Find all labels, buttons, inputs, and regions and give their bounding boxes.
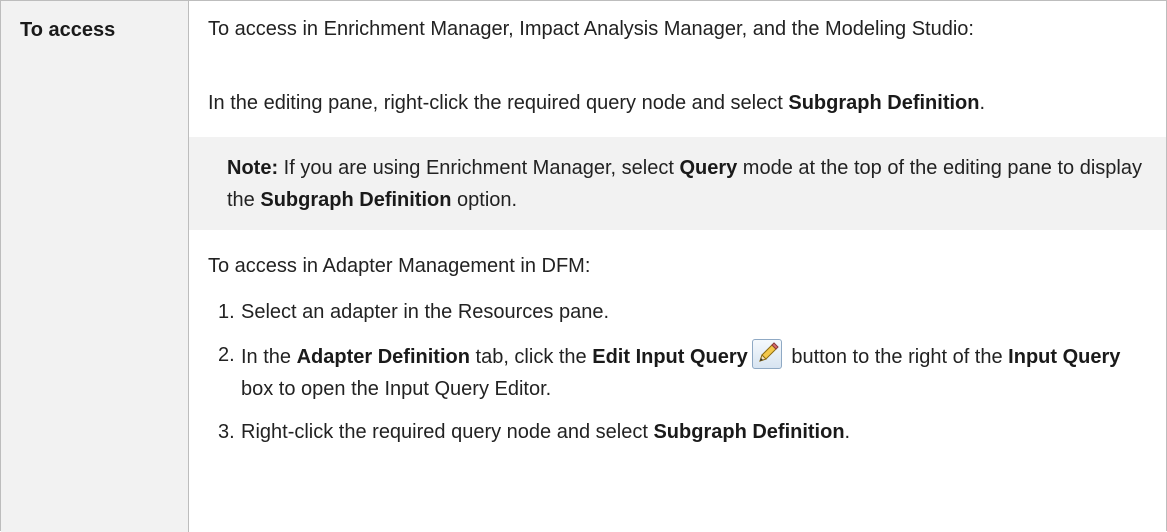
step-text: Right-click the required query node and …	[241, 416, 1146, 448]
step-text-part: .	[844, 421, 851, 443]
note-box: Note: If you are using Enrichment Manage…	[189, 137, 1166, 230]
step-text: Select an adapter in the Resources pane.	[241, 301, 610, 323]
step-text-part: Right-click the required query node and …	[241, 421, 654, 443]
step-text-part: tab, click the	[469, 346, 593, 368]
note-bold-query: Query	[679, 157, 738, 179]
list-item: 3. Right-click the required query node a…	[208, 416, 1146, 448]
subgraph-definition-bold: Subgraph Definition	[653, 421, 845, 443]
step-number: 2.	[218, 344, 235, 366]
note-text-1: If you are using Enrichment Manager, sel…	[278, 157, 680, 179]
step-text-part: button to the right of the	[785, 346, 1009, 368]
access-label-cell: To access	[1, 1, 189, 532]
intro-instruction-bold: Subgraph Definition	[788, 92, 980, 114]
intro-instruction-text: In the editing pane, right-click the req…	[208, 92, 789, 114]
edit-input-query-bold: Edit Input Query	[592, 346, 748, 368]
step-number: 3.	[218, 421, 235, 443]
note-text-3: option.	[451, 189, 518, 211]
list-item: 1. Select an adapter in the Resources pa…	[208, 296, 1146, 328]
adapter-definition-bold: Adapter Definition	[296, 346, 470, 368]
intro-text: To access in Enrichment Manager, Impact …	[208, 18, 974, 40]
step-text-part: box to open the Input Query Editor.	[241, 378, 552, 400]
access-label: To access	[20, 19, 116, 41]
note-bold-subgraph: Subgraph Definition	[260, 189, 452, 211]
intro-instruction-end: .	[979, 92, 986, 114]
access-table: To access To access in Enrichment Manage…	[0, 0, 1167, 532]
dfm-intro: To access in Adapter Management in DFM:	[208, 255, 591, 277]
step-text: In the Adapter Definition tab, click the…	[241, 339, 1146, 405]
access-content-cell: To access in Enrichment Manager, Impact …	[189, 1, 1166, 532]
step-number: 1.	[218, 301, 235, 323]
list-item: 2. In the Adapter Definition tab, click …	[208, 339, 1146, 405]
steps-list: 1. Select an adapter in the Resources pa…	[208, 296, 1146, 448]
step-text-part: In the	[241, 346, 297, 368]
intro-instruction: In the editing pane, right-click the req…	[208, 87, 1146, 119]
input-query-bold: Input Query	[1008, 346, 1121, 368]
note-label: Note:	[227, 157, 279, 179]
edit-pencil-icon	[751, 339, 782, 369]
